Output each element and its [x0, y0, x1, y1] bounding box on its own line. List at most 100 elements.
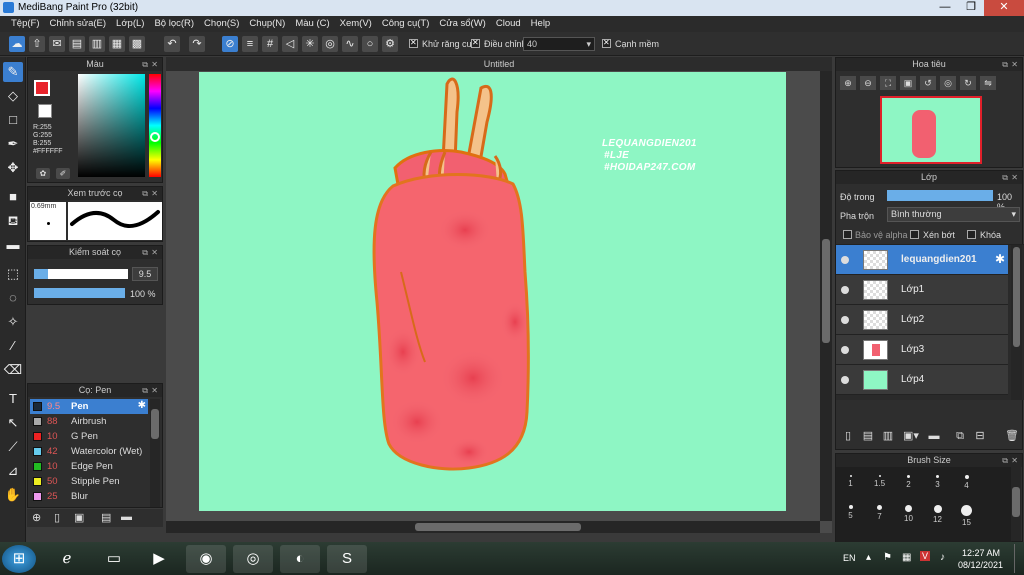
brush-item[interactable]: 42 Watercolor (Wet)	[30, 444, 148, 459]
share-icon[interactable]: ⇧	[29, 36, 45, 52]
add-brush-icon[interactable]: ⊕	[32, 511, 41, 524]
navigator-preview[interactable]	[880, 96, 982, 164]
adjust-dropdown[interactable]: 40	[523, 37, 595, 51]
menu-select[interactable]: Chọn(S)	[199, 16, 244, 32]
menu-filter[interactable]: Bộ lọc(R)	[149, 16, 199, 32]
skype-icon[interactable]: S	[327, 545, 367, 573]
menu-window[interactable]: Cửa sổ(W)	[434, 16, 490, 32]
undock-icon[interactable]: ⧉	[142, 246, 148, 259]
merge-layer-icon[interactable]: ⊟	[972, 428, 988, 444]
layer-row[interactable]: lequangdien201 ✱	[836, 245, 1008, 275]
brush-item[interactable]: 88 Airbrush	[30, 414, 148, 429]
fill-rect-tool-icon[interactable]: ■	[3, 187, 23, 207]
gear-icon[interactable]: ✱	[995, 252, 1005, 266]
delete-layer-icon[interactable]: 🗑	[1004, 428, 1020, 444]
circle-snap-icon[interactable]: ◎	[322, 36, 338, 52]
menu-tools[interactable]: Công cụ(T)	[377, 16, 435, 32]
start-button[interactable]: ⊞	[2, 545, 36, 573]
undo-icon[interactable]: ↶	[164, 36, 180, 52]
undock-icon[interactable]: ⧉	[1002, 171, 1008, 184]
radial-snap-icon[interactable]: ✳	[302, 36, 318, 52]
comment-icon[interactable]: ✉	[49, 36, 65, 52]
close-icon[interactable]: ✕	[1011, 171, 1018, 184]
actual-size-icon[interactable]: ▣	[900, 76, 916, 90]
media-player-icon[interactable]: ▶	[139, 545, 179, 573]
pen-tool-icon[interactable]: ✒	[3, 134, 23, 154]
menu-view[interactable]: Xem(V)	[335, 16, 377, 32]
eyedropper-icon[interactable]: ✐	[56, 168, 70, 179]
maximize-button[interactable]: ❐	[958, 0, 984, 16]
unikey-icon[interactable]: V	[920, 551, 931, 561]
marquee-tool-icon[interactable]: ⬚	[3, 264, 23, 284]
parallel-snap-icon[interactable]: ≡	[242, 36, 258, 52]
canvas-horizontal-scrollbar[interactable]	[166, 521, 820, 533]
adjust-checkbox[interactable]	[471, 38, 480, 48]
page-icon[interactable]: ▥	[89, 36, 105, 52]
page-settings-icon[interactable]: ▦	[109, 36, 125, 52]
visibility-eye-icon[interactable]	[841, 256, 849, 264]
brush-opacity-slider[interactable]	[34, 288, 125, 298]
undock-icon[interactable]: ⧉	[1002, 58, 1008, 71]
brush-size-option[interactable]: 10	[894, 501, 923, 527]
flag-icon[interactable]: ⚑	[883, 552, 892, 563]
language-indicator[interactable]: EN	[843, 553, 856, 563]
layer-row[interactable]: Lớp1	[836, 275, 1008, 305]
layer-list-scrollbar[interactable]	[1011, 245, 1022, 400]
hue-marker[interactable]	[150, 132, 160, 142]
hand-tool-icon[interactable]: ✋	[3, 485, 23, 505]
brush-size-option[interactable]: 1	[836, 471, 865, 497]
brush-list-scrollbar[interactable]	[150, 399, 160, 507]
menu-edit[interactable]: Chỉnh sửa(E)	[45, 16, 112, 32]
undock-icon[interactable]: ⧉	[142, 187, 148, 200]
select-rect-tool-icon[interactable]: □	[3, 110, 23, 130]
close-icon[interactable]: ✕	[151, 58, 158, 71]
layer-opacity-slider[interactable]	[887, 190, 993, 201]
new-8bit-layer-icon[interactable]: ▥	[880, 428, 896, 444]
menu-layer[interactable]: Lớp(L)	[111, 16, 149, 32]
brush-size-option[interactable]: 15	[952, 501, 981, 527]
flip-icon[interactable]: ⇋	[980, 76, 996, 90]
undock-icon[interactable]: ⧉	[142, 58, 148, 71]
clipping-checkbox[interactable]	[910, 230, 919, 239]
coccoc-icon[interactable]: ◎	[233, 545, 273, 573]
new-brush-icon[interactable]: ▯	[54, 511, 60, 524]
chrome-icon[interactable]: ◉	[186, 545, 226, 573]
eraser-tool-icon[interactable]: ◇	[3, 86, 23, 106]
brush-size-option[interactable]: 4	[952, 471, 981, 497]
cross-snap-icon[interactable]: #	[262, 36, 278, 52]
zoom-out-icon[interactable]: ⊖	[860, 76, 876, 90]
text-tool-icon[interactable]: T	[3, 389, 23, 409]
vertical-scroll-thumb[interactable]	[822, 239, 830, 343]
canvas-tab[interactable]: Untitled	[166, 57, 832, 71]
antialias-checkbox[interactable]	[409, 38, 418, 48]
brush-property-icon[interactable]: ▤	[101, 511, 111, 524]
brush-size-scrollbar[interactable]	[1011, 467, 1021, 541]
brush-tool-icon[interactable]: ✎	[3, 62, 23, 82]
vanishing-snap-icon[interactable]: ◁	[282, 36, 298, 52]
visibility-eye-icon[interactable]	[841, 376, 849, 384]
close-button[interactable]: ✕	[984, 0, 1024, 16]
magic-wand-tool-icon[interactable]: ✧	[3, 312, 23, 332]
undock-icon[interactable]: ⧉	[1002, 454, 1008, 467]
show-desktop-button[interactable]	[1014, 544, 1023, 573]
volume-icon[interactable]: ♪	[940, 552, 945, 563]
palette-icon[interactable]: ✿	[36, 168, 50, 179]
menu-color[interactable]: Màu (C)	[290, 16, 334, 32]
rotate-reset-icon[interactable]: ◎	[940, 76, 956, 90]
new-halftone-layer-icon[interactable]: ▤	[860, 428, 876, 444]
brush-size-option[interactable]: 5	[836, 501, 865, 527]
clock-time[interactable]: 12:27 AM	[962, 548, 1000, 558]
lasso-tool-icon[interactable]: ◌	[3, 288, 23, 308]
document-icon[interactable]: ▤	[69, 36, 85, 52]
brush-size-option[interactable]: 2	[894, 471, 923, 497]
minimize-button[interactable]: —	[932, 0, 958, 16]
undock-icon[interactable]: ⧉	[142, 384, 148, 397]
gradient-tool-icon[interactable]: ▬	[3, 235, 23, 255]
redo-icon[interactable]: ↷	[189, 36, 205, 52]
select-pen-tool-icon[interactable]: ⁄	[3, 336, 23, 356]
canvas-vertical-scrollbar[interactable]	[820, 71, 832, 521]
visibility-eye-icon[interactable]	[841, 316, 849, 324]
select-eraser-tool-icon[interactable]: ⌫	[3, 360, 23, 380]
menu-help[interactable]: Help	[526, 16, 556, 32]
menu-snap[interactable]: Chụp(N)	[244, 16, 290, 32]
